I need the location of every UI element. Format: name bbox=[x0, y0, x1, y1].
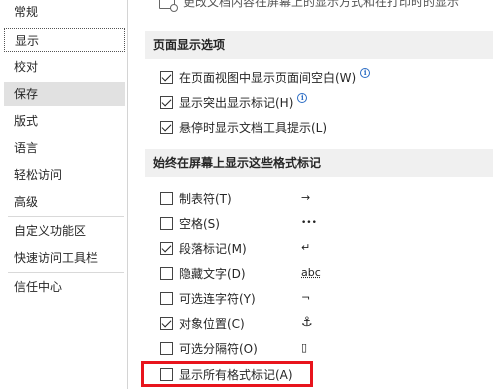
sidebar-item-quick-access-toolbar[interactable]: 快速访问工具栏 bbox=[4, 246, 125, 270]
checkbox-spaces[interactable] bbox=[160, 216, 173, 230]
checkbox-hidden-text[interactable] bbox=[160, 266, 173, 280]
space-dots-icon: ••• bbox=[301, 218, 317, 228]
optional-break-icon: ▯ bbox=[301, 341, 308, 354]
sidebar-item-advanced[interactable]: 高级 bbox=[4, 190, 125, 214]
document-display-icon bbox=[159, 0, 178, 12]
display-options-panel: 更改文档内容在屏幕上的显示方式和在打印时的显示 页面显示选项 在页面视图中显示页… bbox=[129, 0, 493, 389]
checkbox-show-highlighter[interactable] bbox=[160, 95, 173, 109]
option-label: 在页面视图中显示页面间空白(W) bbox=[179, 70, 357, 85]
option-paragraph-marks[interactable]: 段落标记(M) bbox=[160, 238, 247, 258]
option-label: 可选分隔符(O) bbox=[179, 341, 258, 356]
anchor-icon: ⚓ bbox=[301, 315, 313, 330]
checkbox-show-whitespace[interactable] bbox=[160, 70, 173, 84]
option-label: 对象位置(C) bbox=[179, 316, 245, 331]
option-optional-hyphens[interactable]: 可选连字符(Y) bbox=[160, 288, 256, 308]
checkbox-show-tooltips[interactable] bbox=[160, 120, 173, 134]
sidebar-item-save[interactable]: 保存 bbox=[4, 82, 125, 106]
info-icon[interactable]: i bbox=[297, 93, 308, 103]
sidebar-item-customize-ribbon[interactable]: 自定义功能区 bbox=[4, 219, 125, 243]
checkbox-paragraph-marks[interactable] bbox=[160, 241, 173, 255]
sidebar-item-trust-center[interactable]: 信任中心 bbox=[4, 275, 125, 299]
option-label: 段落标记(M) bbox=[179, 241, 247, 256]
highlight-annotation-box bbox=[141, 361, 313, 387]
checkbox-optional-breaks[interactable] bbox=[160, 341, 173, 355]
sidebar-divider bbox=[8, 272, 124, 273]
option-label: 悬停时显示文档工具提示(L) bbox=[179, 120, 328, 135]
option-tab-characters[interactable]: 制表符(T) bbox=[160, 188, 232, 208]
sidebar-item-proofing[interactable]: 校对 bbox=[4, 55, 125, 79]
option-label: 制表符(T) bbox=[179, 191, 232, 206]
sidebar-item-language[interactable]: 语言 bbox=[4, 136, 125, 160]
option-label: 显示突出显示标记(H) bbox=[179, 95, 294, 110]
hidden-text-icon: abc bbox=[301, 266, 321, 279]
checkbox-tab-characters[interactable] bbox=[160, 191, 173, 205]
option-spaces[interactable]: 空格(S) bbox=[160, 213, 220, 233]
sidebar-item-accessibility[interactable]: 轻松访问 bbox=[4, 163, 125, 187]
sidebar-item-general[interactable]: 常规 bbox=[4, 0, 125, 24]
option-optional-breaks[interactable]: 可选分隔符(O) bbox=[160, 338, 258, 358]
section-header-page-display: 页面显示选项 bbox=[145, 31, 493, 59]
paragraph-mark-icon: ↵ bbox=[301, 241, 311, 254]
checkbox-object-anchors[interactable] bbox=[160, 316, 173, 330]
sidebar-item-display[interactable]: 显示 bbox=[4, 28, 125, 52]
options-sidebar: 常规 显示 校对 保存 版式 语言 轻松访问 高级 自定义功能区 快速访问工具栏… bbox=[0, 0, 128, 389]
sidebar-item-layout[interactable]: 版式 bbox=[4, 109, 125, 133]
display-description-text: 更改文档内容在屏幕上的显示方式和在打印时的显示 bbox=[183, 0, 460, 9]
option-label: 可选连字符(Y) bbox=[179, 291, 256, 306]
optional-hyphen-icon: ¬ bbox=[301, 291, 311, 304]
option-label: 隐藏文字(D) bbox=[179, 266, 246, 281]
option-show-whitespace[interactable]: 在页面视图中显示页面间空白(W) i bbox=[160, 67, 371, 87]
tab-arrow-icon: → bbox=[301, 191, 311, 204]
option-show-highlighter[interactable]: 显示突出显示标记(H) i bbox=[160, 92, 308, 112]
sidebar-divider bbox=[8, 216, 124, 217]
option-hidden-text[interactable]: 隐藏文字(D) bbox=[160, 263, 246, 283]
info-icon[interactable]: i bbox=[360, 68, 371, 78]
display-description: 更改文档内容在屏幕上的显示方式和在打印时的显示 bbox=[159, 0, 460, 12]
checkbox-optional-hyphens[interactable] bbox=[160, 291, 173, 305]
option-object-anchors[interactable]: 对象位置(C) bbox=[160, 313, 245, 333]
option-label: 空格(S) bbox=[179, 216, 220, 231]
option-show-tooltips[interactable]: 悬停时显示文档工具提示(L) bbox=[160, 117, 327, 137]
section-header-formatting-marks: 始终在屏幕上显示这些格式标记 bbox=[145, 149, 493, 177]
